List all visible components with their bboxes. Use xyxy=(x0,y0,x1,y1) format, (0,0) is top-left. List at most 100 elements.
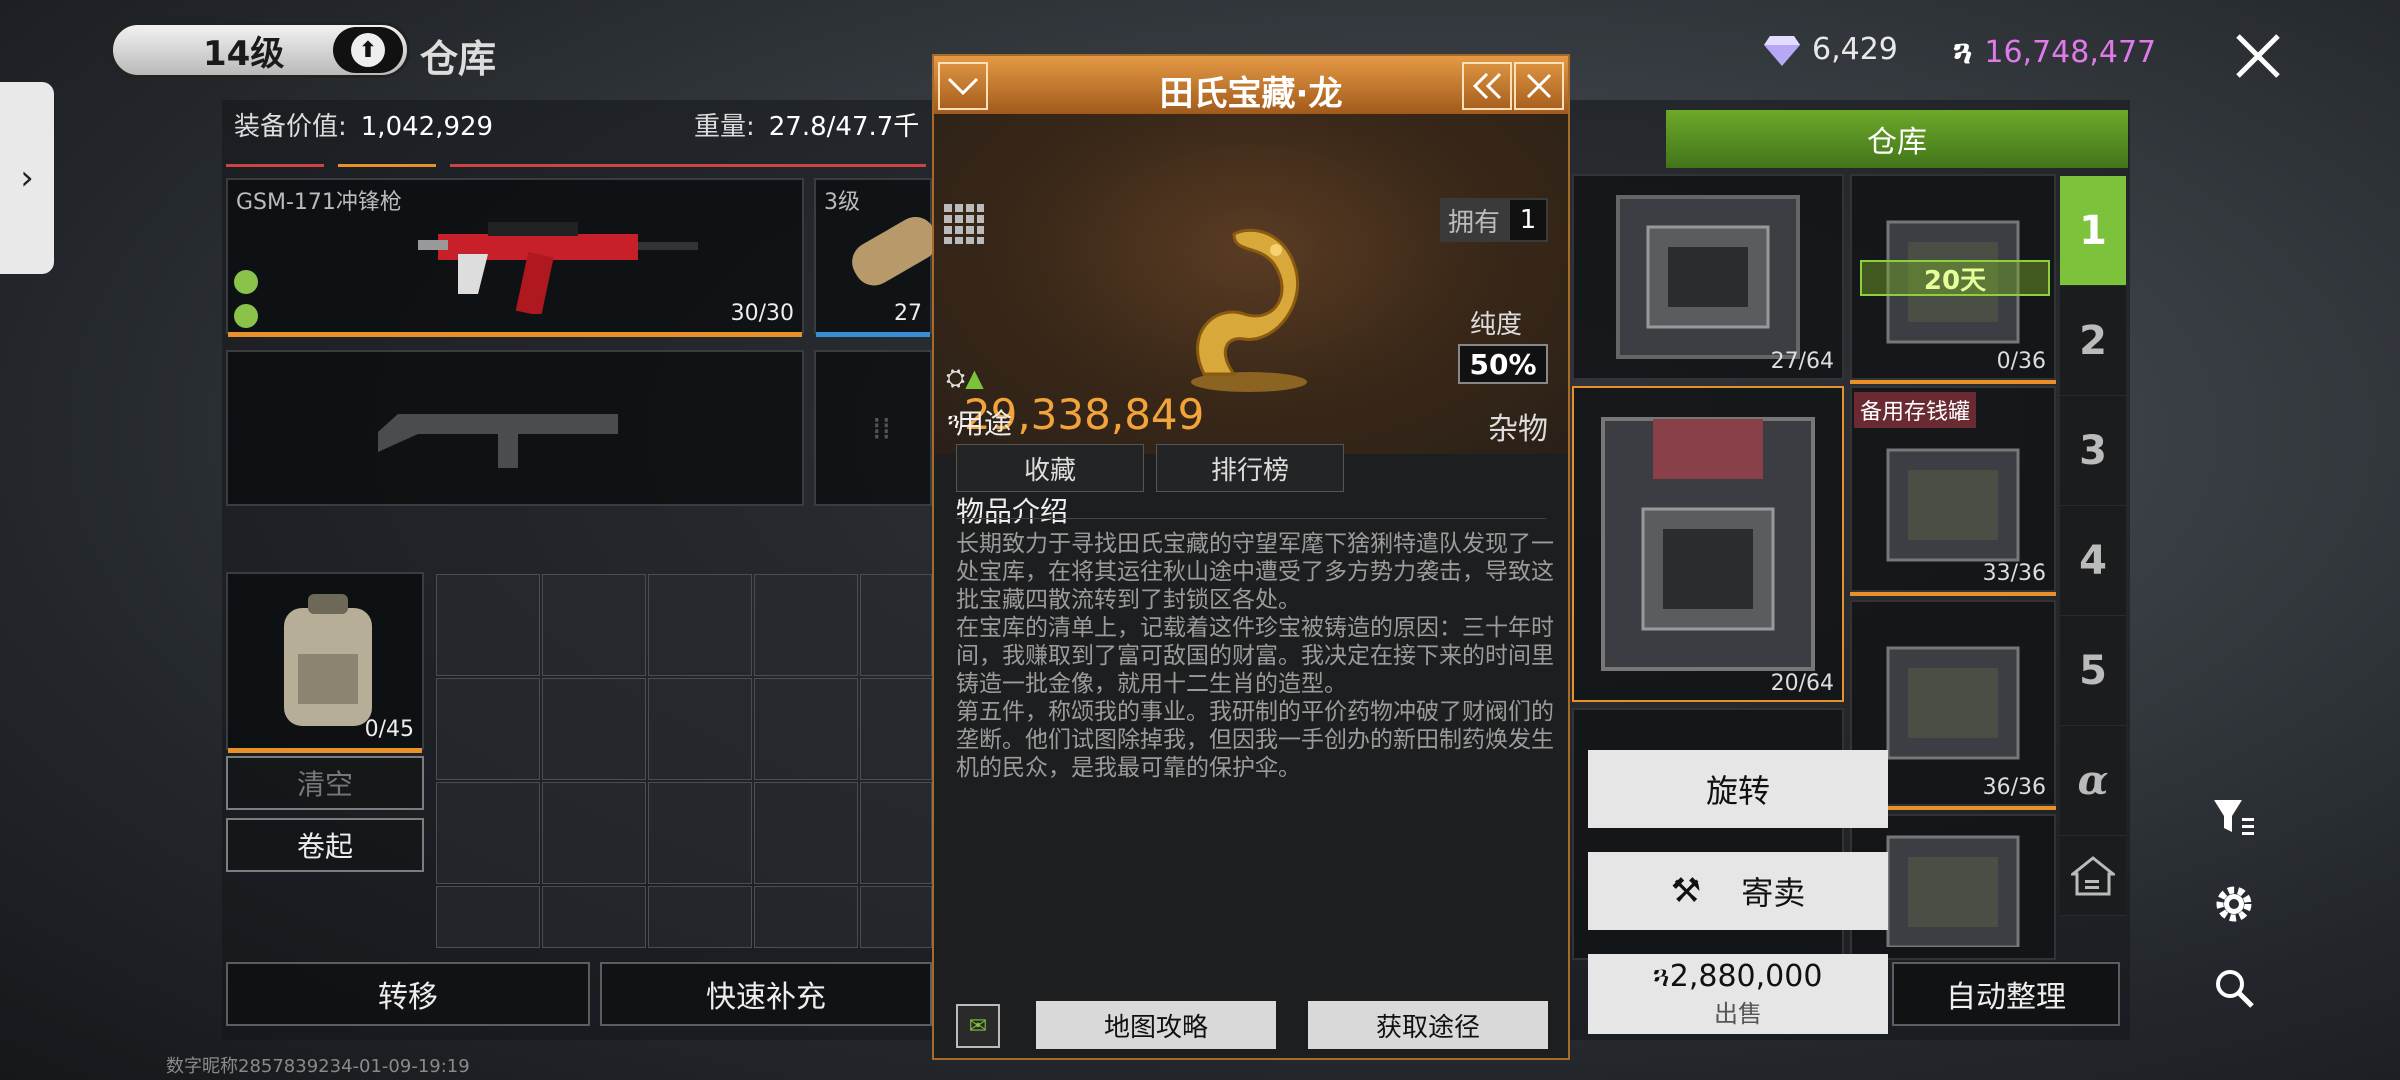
backpack-count: 0/45 xyxy=(364,717,414,742)
map-guide-button[interactable]: 地图攻略 xyxy=(1036,1001,1276,1049)
secondary-weapon-slot[interactable] xyxy=(226,350,804,506)
close-icon[interactable] xyxy=(2228,26,2288,86)
double-chevron-left-icon xyxy=(1472,72,1502,100)
weight-label: 重量: xyxy=(694,112,755,142)
box-count: 36/36 xyxy=(1982,775,2046,800)
coin-icon: ጓ xyxy=(1653,959,1670,994)
page-tab-3[interactable]: 3 xyxy=(2060,396,2126,506)
gem-balance: 6,429 xyxy=(1764,32,1898,67)
equipment-value-label: 装备价值: xyxy=(234,112,347,142)
back-button[interactable] xyxy=(1462,62,1512,110)
page-tab-alpha[interactable]: α xyxy=(2060,726,2126,836)
intro-heading: 物品介绍 xyxy=(956,495,1069,528)
grid-cell[interactable] xyxy=(754,782,858,884)
warehouse-home-icon xyxy=(2071,855,2115,895)
rarity-bar xyxy=(816,332,930,337)
page-title: 仓库 xyxy=(420,37,497,81)
storage-box[interactable]: 20/64 xyxy=(1572,386,1844,702)
weapon-name: GSM-171冲锋枪 xyxy=(236,190,402,215)
owned-count-box: 拥有 1 xyxy=(1439,198,1548,242)
sell-button[interactable]: ጓ2,880,000 出售 xyxy=(1588,954,1888,1034)
bullet-icon xyxy=(852,217,936,286)
grid-cell[interactable] xyxy=(542,678,646,780)
item-category: 杂物 xyxy=(1488,412,1548,447)
storage-crate-icon xyxy=(1616,195,1800,359)
weight-amount: 27.8/47.7千 xyxy=(768,112,920,142)
grid-cell[interactable] xyxy=(436,886,540,948)
grid-cell[interactable] xyxy=(436,574,540,676)
chevron-right-icon: › xyxy=(20,158,34,198)
box-count: 0/36 xyxy=(1996,349,2046,374)
grid-cell[interactable] xyxy=(648,886,752,948)
level-text: 14级 xyxy=(203,33,285,74)
close-icon xyxy=(1526,73,1552,99)
consign-button[interactable]: ⚒ 寄卖 xyxy=(1588,852,1888,930)
secondary-ammo-slot[interactable]: ⁞⁞ xyxy=(814,350,932,506)
page-tab-4[interactable]: 4 xyxy=(2060,506,2126,616)
auto-sort-button[interactable]: 自动整理 xyxy=(1892,962,2120,1026)
weight-stat: 重量: 27.8/47.7千 xyxy=(694,106,919,143)
page-tab-5[interactable]: 5 xyxy=(2060,616,2126,726)
grid-cell[interactable] xyxy=(542,574,646,676)
leaderboard-tag-button[interactable]: 排行榜 xyxy=(1156,444,1344,492)
page-tab-1[interactable]: 1 xyxy=(2060,176,2126,286)
search-icon[interactable] xyxy=(2212,966,2256,1010)
ammo-count: 30/30 xyxy=(730,301,794,326)
grid-cell[interactable] xyxy=(860,678,932,780)
roll-up-button[interactable]: 卷起 xyxy=(226,818,424,872)
grid-cell[interactable] xyxy=(860,886,932,948)
acquire-source-button[interactable]: 获取途径 xyxy=(1308,1001,1548,1049)
chat-share-button[interactable]: ✉ xyxy=(956,1004,1000,1048)
grid-cell[interactable] xyxy=(754,886,858,948)
warehouse-home-button[interactable] xyxy=(2060,836,2126,916)
transfer-button[interactable]: 转移 xyxy=(226,962,590,1026)
backpack-slot[interactable]: 0/45 xyxy=(226,572,424,753)
ammo-slot-count: 27 xyxy=(894,301,922,326)
grid-cell[interactable] xyxy=(754,678,858,780)
purity-label: 纯度 xyxy=(1469,310,1522,340)
attachment-icon xyxy=(234,270,258,294)
equipment-value-amount: 1,042,929 xyxy=(360,112,494,142)
primary-weapon-slot[interactable]: GSM-171冲锋枪 30/30 xyxy=(226,178,804,337)
grid-cell[interactable] xyxy=(754,574,858,676)
backpack-grid xyxy=(436,574,932,954)
grid-cell[interactable] xyxy=(860,782,932,884)
filter-icon[interactable] xyxy=(2212,796,2256,840)
quick-refill-button[interactable]: 快速补充 xyxy=(600,962,932,1026)
grid-cell[interactable] xyxy=(542,782,646,884)
grid-cell[interactable] xyxy=(860,574,932,676)
warehouse-tab[interactable]: 仓库 xyxy=(1666,110,2128,168)
rarity-bar xyxy=(228,748,422,753)
warehouse-page-selector: 1 2 3 4 5 α xyxy=(2060,176,2126,916)
storage-box[interactable]: 备用存钱罐 33/36 xyxy=(1850,386,2056,592)
smg-weapon-icon xyxy=(418,222,698,314)
box-count: 20/64 xyxy=(1770,671,1834,696)
clear-button[interactable]: 清空 xyxy=(226,756,424,810)
close-detail-button[interactable] xyxy=(1514,62,1564,110)
storage-box[interactable]: 27/64 xyxy=(1572,174,1844,380)
box-count: 27/64 xyxy=(1770,349,1834,374)
level-up-button[interactable]: ⬆ xyxy=(333,27,403,73)
grid-cell[interactable] xyxy=(648,574,752,676)
red-storage-crate-icon xyxy=(1601,417,1815,671)
grid-cell[interactable] xyxy=(648,782,752,884)
grid-cell[interactable] xyxy=(648,678,752,780)
player-level-badge[interactable]: 14级 ⬆ xyxy=(110,22,410,78)
grid-cell[interactable] xyxy=(436,678,540,780)
rarity-bar xyxy=(1850,592,2056,596)
gear-icon[interactable] xyxy=(2212,882,2256,926)
page-tab-2[interactable]: 2 xyxy=(2060,286,2126,396)
ammo-slot[interactable]: 3级 27 xyxy=(814,178,936,337)
storage-crate-icon xyxy=(1886,448,2020,562)
mod-icon xyxy=(234,304,258,328)
expand-side-tab[interactable]: › xyxy=(0,82,54,274)
description-paragraph: 第五件，称颂我的事业。我研制的平价药物冲破了财阀们的垄断。他们试图除掉我，但因我… xyxy=(956,699,1554,781)
grid-cell[interactable] xyxy=(542,886,646,948)
backpack-icon xyxy=(284,594,372,726)
collection-tag-button[interactable]: 收藏 xyxy=(956,444,1144,492)
storage-box[interactable]: 20天 0/36 xyxy=(1850,174,2056,380)
rotate-button[interactable]: 旋转 xyxy=(1588,750,1888,828)
grid-cell[interactable] xyxy=(436,782,540,884)
equipment-value: 装备价值: 1,042,929 xyxy=(234,106,493,143)
ammo-level: 3级 xyxy=(824,190,860,215)
